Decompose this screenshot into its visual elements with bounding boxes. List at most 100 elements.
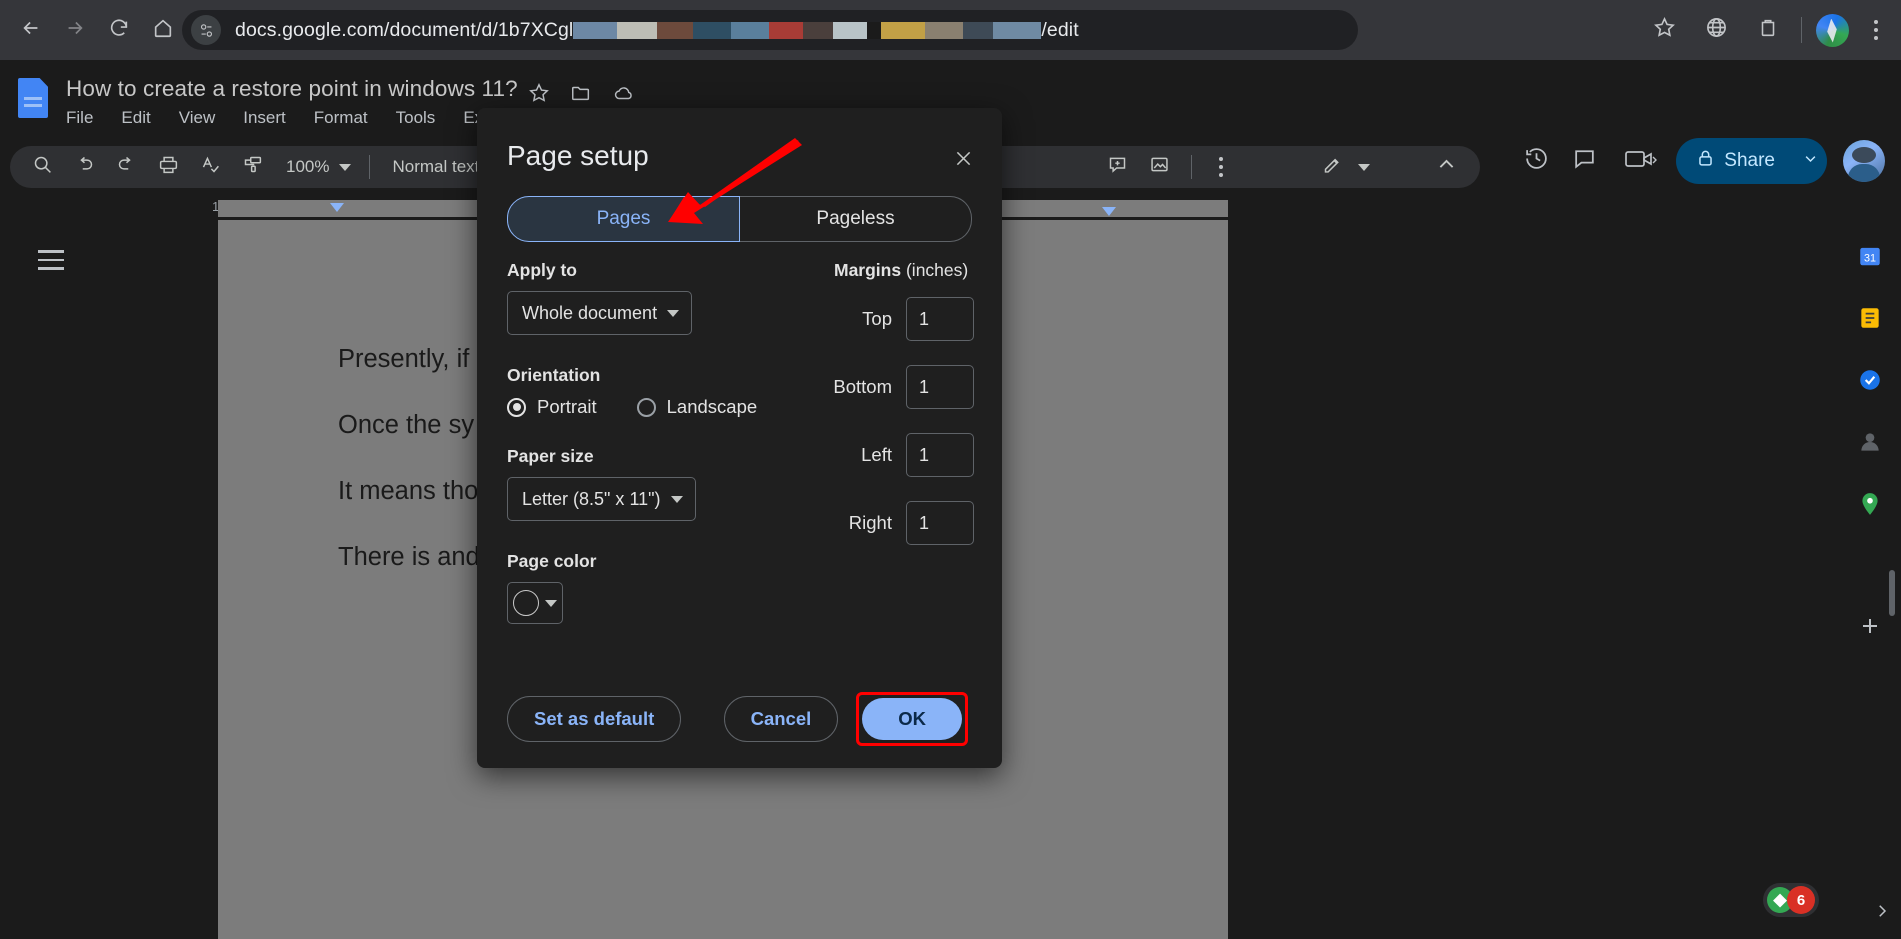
edit-mode-button[interactable] [1312, 147, 1352, 187]
back-button[interactable] [14, 13, 48, 47]
margin-left-input[interactable] [906, 433, 974, 477]
share-button[interactable]: Share [1676, 138, 1793, 184]
url-redaction-block [925, 21, 964, 39]
menu-tools[interactable]: Tools [396, 108, 436, 128]
cancel-button[interactable]: Cancel [723, 696, 839, 742]
toolbar-right-actions [1085, 146, 1466, 188]
apply-to-select[interactable]: Whole document [507, 291, 693, 335]
side-panel: 31 [1839, 220, 1901, 939]
add-comment-icon [1107, 154, 1128, 180]
move-folder-icon[interactable] [570, 82, 592, 109]
url-redaction-block [617, 21, 658, 39]
undo-button[interactable] [64, 147, 104, 187]
forward-button[interactable] [58, 13, 92, 47]
explore-badge[interactable]: ◆ 6 [1763, 883, 1819, 917]
document-title[interactable]: How to create a restore point in windows… [66, 76, 518, 102]
ok-button[interactable]: OK [862, 698, 962, 740]
comments-button[interactable] [1562, 139, 1606, 183]
reload-button[interactable] [102, 13, 136, 47]
apply-to-label: Apply to [507, 260, 577, 280]
close-dialog-button[interactable] [946, 144, 980, 178]
page-color-label: Page color [507, 551, 597, 571]
sidebar-item-maps[interactable] [1852, 486, 1888, 522]
home-icon [152, 17, 174, 44]
url-redaction-block [769, 21, 804, 39]
undo-icon [74, 154, 95, 180]
sidebar-item-calendar[interactable]: 31 [1852, 238, 1888, 274]
url-suffix: /edit [1041, 18, 1079, 41]
margins-unit-text: (inches) [905, 260, 969, 280]
sidebar-item-contacts[interactable] [1852, 424, 1888, 460]
star-icon[interactable] [528, 82, 550, 109]
chevron-down-icon [670, 495, 683, 503]
address-bar[interactable]: docs.google.com/document/d/1b7XCgl /edit [182, 10, 1358, 50]
radio-landscape[interactable]: Landscape [636, 396, 758, 418]
redo-button[interactable] [106, 147, 146, 187]
profile-avatar[interactable] [1816, 13, 1849, 47]
divider [1801, 17, 1802, 43]
margin-bottom-input[interactable] [906, 365, 974, 409]
more-options-button[interactable] [1206, 147, 1246, 187]
expand-panel-button[interactable] [1873, 902, 1891, 925]
radio-portrait-label: Portrait [537, 396, 597, 417]
right-indent-marker[interactable] [1100, 205, 1118, 223]
orientation-label: Orientation [507, 365, 601, 385]
collapse-toolbar-button[interactable] [1426, 147, 1466, 187]
chevron-down-icon [667, 309, 680, 317]
insert-image-button[interactable] [1139, 147, 1179, 187]
sidebar-item-tasks[interactable] [1852, 362, 1888, 398]
menu-format[interactable]: Format [314, 108, 368, 128]
search-button[interactable] [22, 147, 62, 187]
document-outline-button[interactable] [38, 250, 68, 276]
home-button[interactable] [146, 13, 180, 47]
page-color-picker[interactable] [507, 582, 563, 624]
close-icon [953, 148, 974, 174]
chrome-menu-icon[interactable] [1861, 11, 1891, 49]
zoom-dropdown-button[interactable] [333, 147, 357, 187]
sidebar-item-keep[interactable] [1852, 300, 1888, 336]
radio-portrait[interactable]: Portrait [507, 396, 597, 418]
tab-pages[interactable]: Pages [507, 196, 740, 242]
margin-top-row: Top [834, 297, 974, 341]
meet-button[interactable] [1610, 139, 1672, 183]
insert-image-icon [1149, 154, 1170, 180]
print-button[interactable] [148, 147, 188, 187]
url-redaction-block [993, 21, 1042, 39]
paper-size-select[interactable]: Letter (8.5" x 11") [507, 477, 696, 521]
margin-right-input[interactable] [906, 501, 974, 545]
paragraph-style-selector[interactable]: Normal text [382, 157, 489, 177]
globe-button[interactable] [1697, 11, 1735, 49]
margin-right-label: Right [848, 512, 892, 533]
menu-insert[interactable]: Insert [243, 108, 286, 128]
add-app-button[interactable] [1852, 608, 1888, 644]
extensions-icon [1757, 17, 1779, 44]
tab-pageless[interactable]: Pageless [740, 196, 972, 242]
bookmark-button[interactable] [1645, 11, 1683, 49]
browser-actions [1645, 0, 1901, 60]
spellcheck-button[interactable] [190, 147, 230, 187]
url-redaction-block [693, 21, 732, 39]
menu-view[interactable]: View [179, 108, 216, 128]
divider [369, 155, 371, 179]
redo-icon [116, 154, 137, 180]
menu-file[interactable]: File [66, 108, 93, 128]
site-settings-icon[interactable] [191, 15, 221, 45]
radio-landscape-indicator [636, 397, 656, 417]
edit-mode-dropdown[interactable] [1352, 147, 1376, 187]
set-as-default-button[interactable]: Set as default [507, 696, 682, 742]
radio-landscape-label: Landscape [666, 396, 758, 417]
left-indent-marker[interactable] [328, 200, 346, 218]
add-comment-button[interactable] [1097, 147, 1137, 187]
margin-top-input[interactable] [906, 297, 974, 341]
zoom-level[interactable]: 100% [272, 157, 333, 177]
user-avatar[interactable] [1843, 140, 1885, 182]
menu-edit[interactable]: Edit [121, 108, 150, 128]
scrollbar-thumb[interactable] [1889, 570, 1895, 616]
margin-top-label: Top [862, 308, 892, 329]
version-history-button[interactable] [1514, 139, 1558, 183]
extensions-button[interactable] [1749, 11, 1787, 49]
paint-format-button[interactable] [232, 147, 272, 187]
share-dropdown-button[interactable] [1793, 138, 1827, 184]
docs-header-actions: Share [1514, 120, 1901, 202]
cloud-status-icon[interactable] [612, 82, 636, 109]
